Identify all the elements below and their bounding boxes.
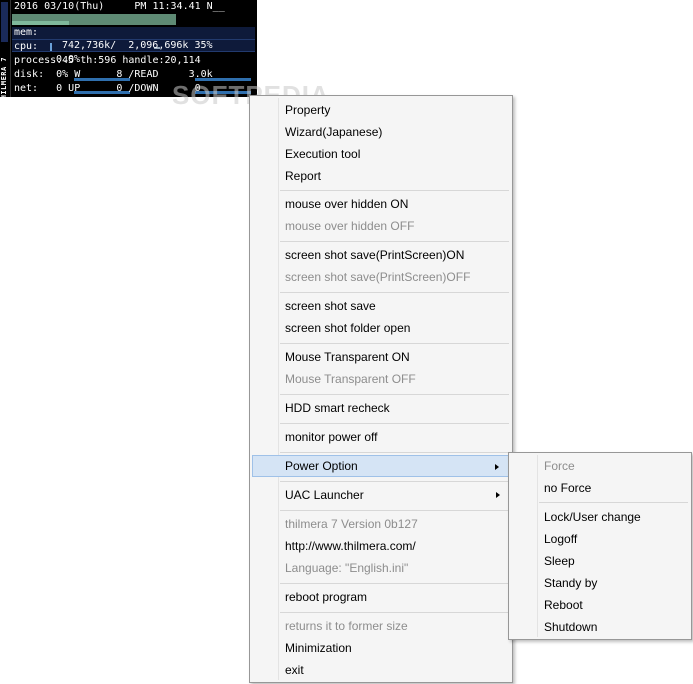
menu-item-label: Force [544,459,575,473]
menu-item-label: Property [285,103,331,117]
menu-separator [280,292,509,293]
monitor-cpu-row: cpu: 0.0% [14,27,256,65]
menu-item-label: Wizard(Japanese) [285,125,383,139]
menu-item-label: Power Option [285,459,358,473]
menu-separator [280,190,509,191]
menu-item-label: Mouse Transparent OFF [285,372,416,386]
context-menu: Property Wizard(Japanese) Execution tool… [249,95,513,683]
monitor-mem-row: mem: 742,736k/ 2,096,696k 35% [14,13,256,51]
menu-item-label: screen shot save [285,299,376,313]
menu-separator [280,583,509,584]
menu-item-property[interactable]: Property [252,99,510,121]
menu-separator [280,423,509,424]
menu-item-label: screen shot save(PrintScreen)ON [285,248,465,262]
menu-item-screenshot-printscreen-on[interactable]: screen shot save(PrintScreen)ON [252,244,510,266]
menu-item-label: http://www.thilmera.com/ [285,539,416,553]
menu-item-label: Standy by [544,576,598,590]
menu-item-exit[interactable]: exit [252,659,510,681]
menu-separator [280,343,509,344]
menu-item-wizard[interactable]: Wizard(Japanese) [252,121,510,143]
menu-item-website-link[interactable]: http://www.thilmera.com/ [252,535,510,557]
cpu-label: cpu: [14,41,39,52]
monitor-app-label: THILMERA 7 [0,56,8,97]
menu-item-uac-launcher[interactable]: UAC Launcher [252,484,510,506]
menu-item-label: screen shot folder open [285,321,411,335]
submenu-item-reboot[interactable]: Reboot [511,594,689,616]
menu-separator [280,612,509,613]
power-option-submenu: Force no Force Lock/User change Logoff S… [508,452,692,640]
cpu-graph-spike [50,43,52,51]
menu-item-label: Sleep [544,554,575,568]
menu-separator [280,481,509,482]
menu-item-label: monitor power off [285,430,378,444]
menu-item-former-size: returns it to former size [252,615,510,637]
submenu-item-logoff[interactable]: Logoff [511,528,689,550]
menu-item-mouse-over-hidden-on[interactable]: mouse over hidden ON [252,193,510,215]
menu-item-screenshot-printscreen-off: screen shot save(PrintScreen)OFF [252,266,510,288]
menu-item-label: reboot program [285,590,368,604]
menu-item-label: returns it to former size [285,619,408,633]
menu-item-label: exit [285,663,304,677]
menu-item-screenshot-folder-open[interactable]: screen shot folder open [252,317,510,339]
submenu-item-standby[interactable]: Standy by [511,572,689,594]
monitor-datetime: 2016 03/10(Thu) PM 11:34.41 N__ [14,1,225,12]
menu-item-reboot-program[interactable]: reboot program [252,586,510,608]
menu-item-label: no Force [544,481,592,495]
menu-item-label: mouse over hidden ON [285,197,409,211]
menu-item-screenshot-save[interactable]: screen shot save [252,295,510,317]
menu-item-minimization[interactable]: Minimization [252,637,510,659]
menu-item-label: Reboot [544,598,583,612]
menu-separator [280,394,509,395]
menu-item-report[interactable]: Report [252,165,510,187]
submenu-separator [539,502,688,503]
menu-item-label: HDD smart recheck [285,401,390,415]
menu-item-label: Language: "English.ini" [285,561,409,575]
menu-item-monitor-power-off[interactable]: monitor power off [252,426,510,448]
menu-item-label: Logoff [544,532,578,546]
menu-item-label: Report [285,169,322,183]
menu-item-label: mouse over hidden OFF [285,219,415,233]
menu-separator [280,510,509,511]
submenu-item-sleep[interactable]: Sleep [511,550,689,572]
menu-item-label: Shutdown [544,620,598,634]
monitor-process-row: process:45 th:596 handle:20,114 [14,55,201,66]
menu-item-label: UAC Launcher [285,488,364,502]
menu-item-label: Mouse Transparent ON [285,350,410,364]
menu-item-mouse-transparent-on[interactable]: Mouse Transparent ON [252,346,510,368]
menu-item-power-option[interactable]: Power Option [252,455,510,477]
mem-value: 742,736k/ 2,096,696k 35% [62,40,213,51]
menu-item-label: Execution tool [285,147,361,161]
submenu-item-shutdown[interactable]: Shutdown [511,616,689,638]
menu-separator [280,241,509,242]
menu-item-hdd-smart-recheck[interactable]: HDD smart recheck [252,397,510,419]
menu-item-mouse-transparent-off: Mouse Transparent OFF [252,368,510,390]
submenu-item-lock-user-change[interactable]: Lock/User change [511,506,689,528]
menu-item-mouse-over-hidden-off: mouse over hidden OFF [252,215,510,237]
menu-item-language: Language: "English.ini" [252,557,510,579]
menu-item-label: Lock/User change [544,510,641,524]
submenu-item-no-force[interactable]: no Force [511,477,689,499]
monitor-side-bar: THILMERA 7 [0,0,11,97]
menu-item-label: Minimization [285,641,352,655]
menu-item-label: screen shot save(PrintScreen)OFF [285,270,471,284]
menu-item-version: thilmera 7 Version 0b127 [252,513,510,535]
menu-separator [280,452,509,453]
submenu-arrow-icon [495,464,499,470]
submenu-arrow-icon [496,492,500,498]
menu-item-execution-tool[interactable]: Execution tool [252,143,510,165]
menu-item-label: thilmera 7 Version 0b127 [285,517,418,531]
submenu-item-force: Force [511,455,689,477]
